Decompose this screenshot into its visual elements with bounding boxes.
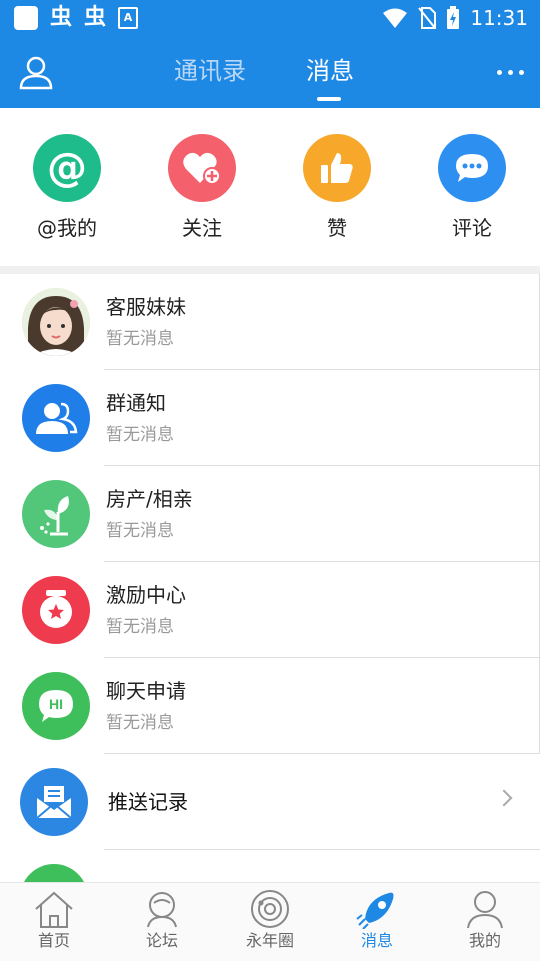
app-notification-icon: 虫: [50, 5, 73, 30]
home-icon: [35, 891, 73, 928]
rocket-icon: [356, 892, 394, 929]
medal-icon: [22, 576, 90, 644]
more-dot-icon: [508, 70, 513, 75]
no-sim-icon: [418, 7, 437, 29]
tab-label: 永年圈: [245, 931, 294, 950]
status-bar: 虫 虫 A 11:31: [0, 0, 540, 36]
message-title: 激励中心: [106, 583, 186, 607]
tab-circle[interactable]: 永年圈: [230, 889, 310, 951]
top-navigation: 通讯录 消息: [0, 36, 540, 108]
app-square-icon: [14, 6, 38, 30]
message-preview: 暂无消息: [106, 713, 174, 733]
chevron-right-icon: [495, 789, 513, 807]
thumbs-up-icon: [303, 134, 371, 202]
tab-messages[interactable]: 消息: [306, 56, 354, 86]
more-dot-icon: [519, 70, 524, 75]
tab-label: 消息: [360, 931, 393, 950]
keyboard-notification-icon: A: [118, 7, 139, 29]
list-item-group-notice[interactable]: 群通知 暂无消息: [0, 370, 540, 466]
hi-chat-icon: HI: [22, 672, 90, 740]
clock: 11:31: [470, 6, 528, 30]
message-preview: 暂无消息: [106, 617, 174, 637]
quick-action-comments[interactable]: 评论: [422, 134, 522, 240]
customer-service-avatar: [22, 288, 90, 356]
tab-label: 论坛: [145, 931, 178, 950]
message-title: 房产/相亲: [106, 487, 193, 511]
list-item-customer-service[interactable]: 客服妹妹 暂无消息: [0, 274, 540, 370]
planet-icon: [251, 890, 289, 928]
quick-action-label: 关注: [182, 216, 222, 240]
message-preview: 暂无消息: [106, 329, 174, 349]
quick-action-label: @我的: [37, 216, 97, 240]
message-title: 客服妹妹: [106, 295, 186, 319]
tab-forum[interactable]: 论坛: [122, 889, 202, 951]
profile-button[interactable]: [18, 54, 54, 90]
tab-messages-bottom[interactable]: 消息: [337, 889, 417, 951]
tab-label: 我的: [468, 931, 501, 950]
sprout-icon: [22, 480, 90, 548]
push-record-title: 推送记录: [108, 790, 188, 814]
forum-icon: [147, 892, 177, 928]
more-dot-icon: [497, 70, 502, 75]
battery-charging-icon: [447, 6, 460, 29]
user-icon: [19, 56, 53, 90]
app-notification-icon: 虫: [84, 5, 107, 30]
message-title: 聊天申请: [106, 679, 186, 703]
message-preview: 暂无消息: [106, 425, 174, 445]
tab-home[interactable]: 首页: [14, 889, 94, 951]
svg-text:HI: HI: [49, 696, 63, 712]
at-icon: @: [33, 134, 101, 202]
tab-mine[interactable]: 我的: [445, 889, 525, 951]
tab-label: 首页: [37, 931, 70, 950]
quick-action-likes[interactable]: 赞: [287, 134, 387, 240]
quick-actions: @ @我的 关注 赞 评论: [0, 108, 540, 266]
comment-icon: [438, 134, 506, 202]
mail-open-icon: [20, 768, 88, 836]
wifi-icon: [383, 8, 408, 28]
message-title: 群通知: [106, 391, 166, 415]
quick-action-label: 评论: [452, 216, 492, 240]
heart-plus-icon: [168, 134, 236, 202]
list-item-real-estate[interactable]: 房产/相亲 暂无消息: [0, 466, 540, 562]
active-tab-indicator: [317, 97, 341, 101]
push-record-row[interactable]: 推送记录: [0, 754, 540, 850]
more-button[interactable]: [497, 70, 524, 75]
tab-contacts[interactable]: 通讯录: [174, 56, 246, 86]
list-item-chat-request[interactable]: HI 聊天申请 暂无消息: [0, 658, 540, 754]
quick-action-follow[interactable]: 关注: [152, 134, 252, 240]
profile-icon: [467, 891, 503, 929]
quick-action-mentions[interactable]: @ @我的: [17, 134, 117, 240]
group-icon: [22, 384, 90, 452]
quick-action-label: 赞: [327, 216, 347, 240]
bottom-tab-bar: 首页 论坛 永年圈 消息 我的: [0, 882, 540, 961]
list-item-incentive-center[interactable]: 激励中心 暂无消息: [0, 562, 540, 658]
message-preview: 暂无消息: [106, 521, 174, 541]
section-divider: [0, 266, 540, 274]
